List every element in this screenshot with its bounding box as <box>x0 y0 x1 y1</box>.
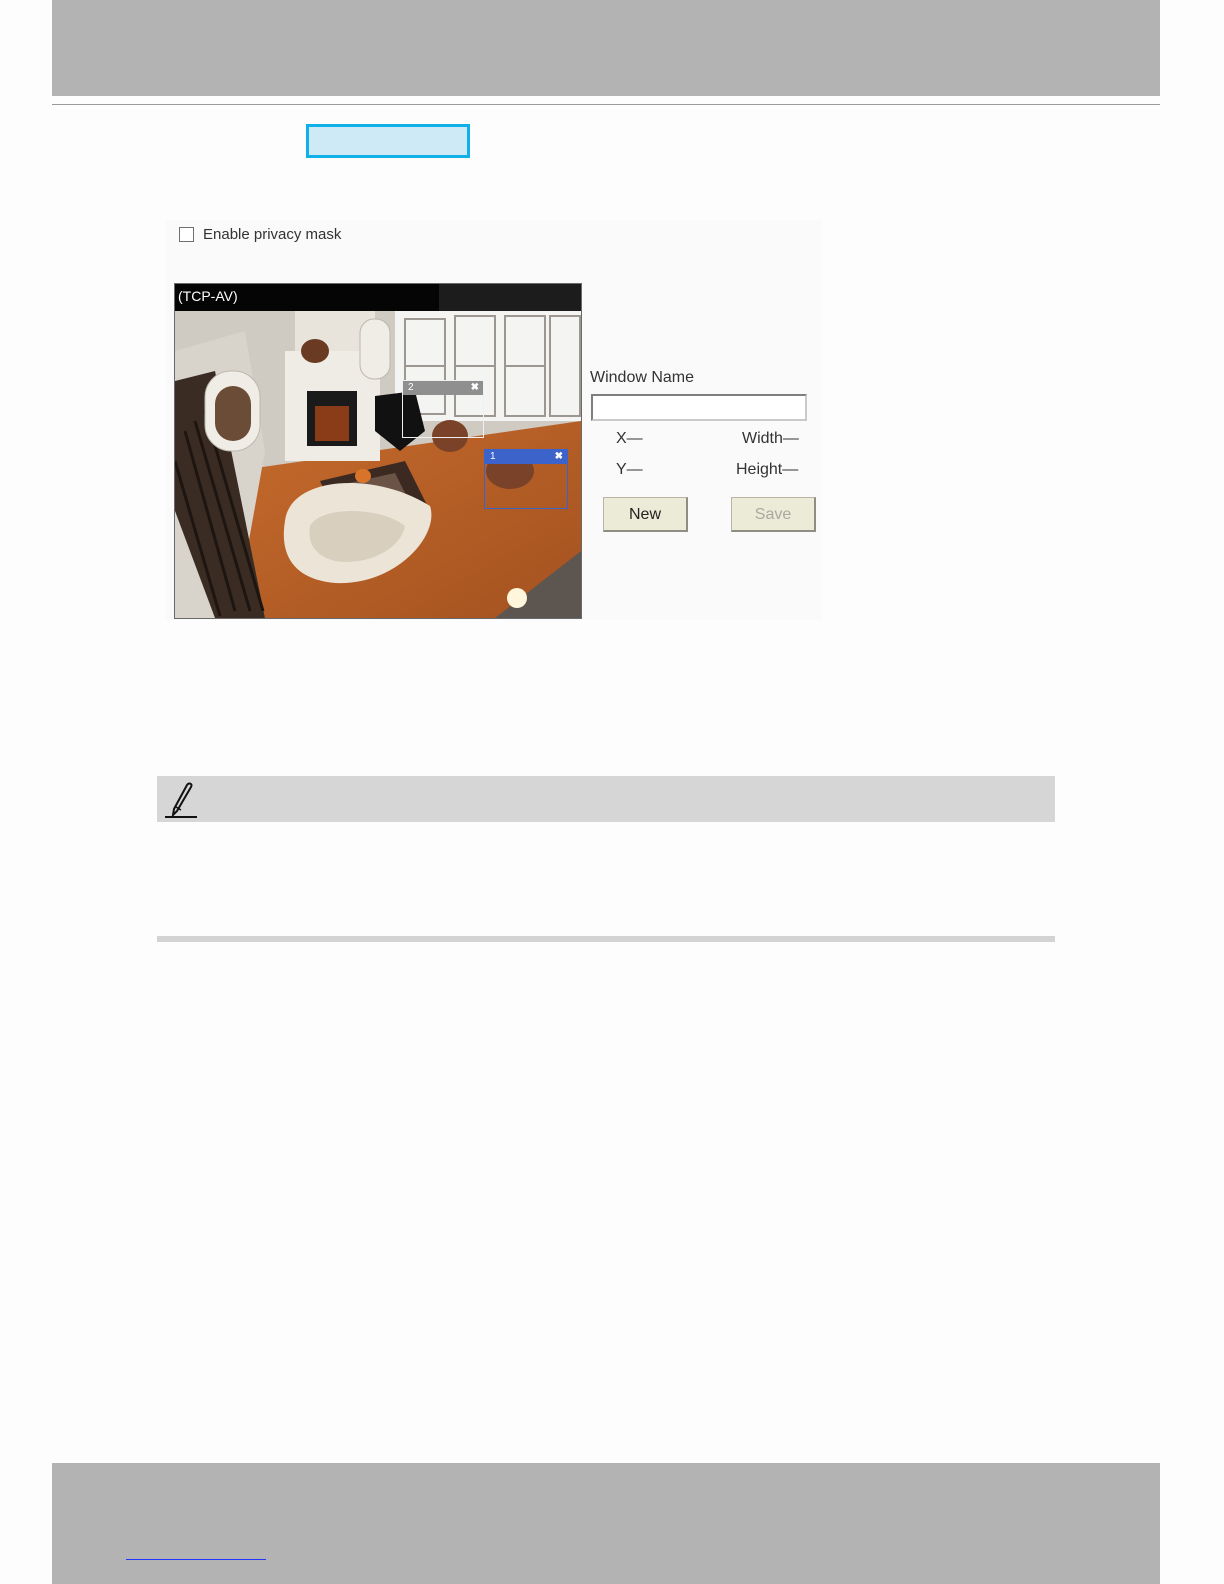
window-name-input[interactable] <box>591 394 807 421</box>
save-button[interactable]: Save <box>731 497 816 532</box>
window-name-label: Window Name <box>590 369 695 386</box>
mask-1-label: 1 <box>490 451 496 462</box>
x-label: X— <box>616 430 643 447</box>
enable-privacy-mask-row[interactable]: Enable privacy mask <box>179 226 341 243</box>
privacy-mask-window-1[interactable]: 1 ✖ <box>484 449 568 509</box>
header-band <box>52 0 1160 96</box>
mask-2-label: 2 <box>408 382 414 393</box>
highlighted-tab[interactable] <box>306 124 470 158</box>
width-label: Width— <box>742 430 799 447</box>
live-video-feed[interactable]: 2 ✖ 1 ✖ <box>175 311 581 618</box>
footer-link[interactable] <box>126 1558 266 1560</box>
enable-privacy-mask-checkbox[interactable] <box>179 227 194 242</box>
mask-2-titlebar[interactable]: 2 ✖ <box>403 381 483 395</box>
enable-privacy-mask-label: Enable privacy mask <box>203 226 342 243</box>
note-divider <box>157 936 1055 942</box>
video-window: (TCP-AV) 2 ✖ 1 ✖ <box>174 283 582 619</box>
height-label: Height— <box>736 461 799 478</box>
header-divider <box>52 104 1160 105</box>
new-button[interactable]: New <box>603 497 688 532</box>
note-bar <box>157 776 1055 822</box>
mask-1-titlebar[interactable]: 1 ✖ <box>485 450 567 464</box>
privacy-mask-window-2[interactable]: 2 ✖ <box>402 380 484 438</box>
video-titlebar: (TCP-AV) <box>175 284 581 311</box>
footer-band <box>52 1463 1160 1584</box>
close-icon[interactable]: ✖ <box>555 450 563 464</box>
pencil-note-icon <box>165 782 197 818</box>
close-icon[interactable]: ✖ <box>471 381 479 395</box>
y-label: Y— <box>616 461 643 478</box>
video-title: (TCP-AV) <box>178 288 238 304</box>
